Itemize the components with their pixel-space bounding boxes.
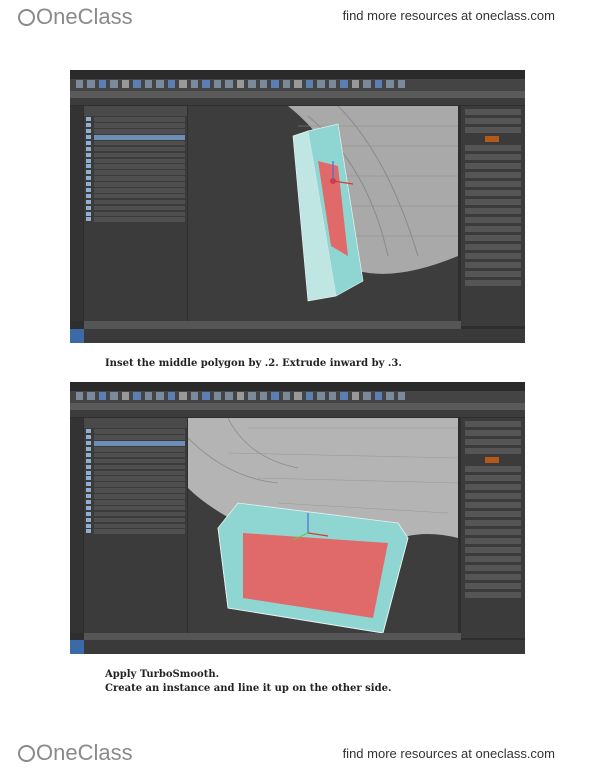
left-toolstrip (70, 418, 83, 633)
status-bar (70, 329, 525, 343)
scene-explorer (84, 418, 187, 633)
status-bar (70, 640, 525, 654)
left-toolstrip (70, 106, 83, 321)
footer-tagline[interactable]: find more resources at oneclass.com (343, 746, 555, 761)
viewport-render (188, 106, 458, 321)
ribbon-tabs (70, 403, 525, 410)
ribbon-panel (70, 410, 525, 417)
caption-2-line-2: Create an instance and line it up on the… (105, 683, 392, 694)
toolbar-icons (76, 80, 406, 90)
ribbon-tabs (70, 91, 525, 98)
viewport-render (188, 418, 458, 633)
oneclass-logo-icon (18, 8, 35, 26)
caption-1-line-1: Inset the middle polygon by .2. Extrude … (105, 358, 402, 369)
ribbon-panel (70, 98, 525, 105)
caption-2: Apply TurboSmooth. Create an instance an… (105, 668, 391, 696)
oneclass-logo-icon (18, 744, 35, 762)
scene-explorer (84, 106, 187, 321)
viewport-perspective[interactable] (188, 106, 458, 321)
toolbar-icons (76, 392, 406, 402)
screenshot-2 (70, 382, 525, 654)
caption-2-line-1: Apply TurboSmooth. (105, 669, 220, 680)
viewport-perspective[interactable] (188, 418, 458, 633)
header-logo[interactable]: OneClass (18, 4, 133, 30)
command-panel (461, 418, 525, 638)
screenshot-1 (70, 70, 525, 343)
footer-logo[interactable]: OneClass (18, 740, 133, 766)
title-bar (70, 70, 525, 79)
title-bar (70, 382, 525, 391)
caption-1: Inset the middle polygon by .2. Extrude … (105, 357, 402, 371)
header-tagline[interactable]: find more resources at oneclass.com (343, 8, 555, 23)
time-slider[interactable] (84, 321, 461, 329)
command-panel (461, 106, 525, 326)
